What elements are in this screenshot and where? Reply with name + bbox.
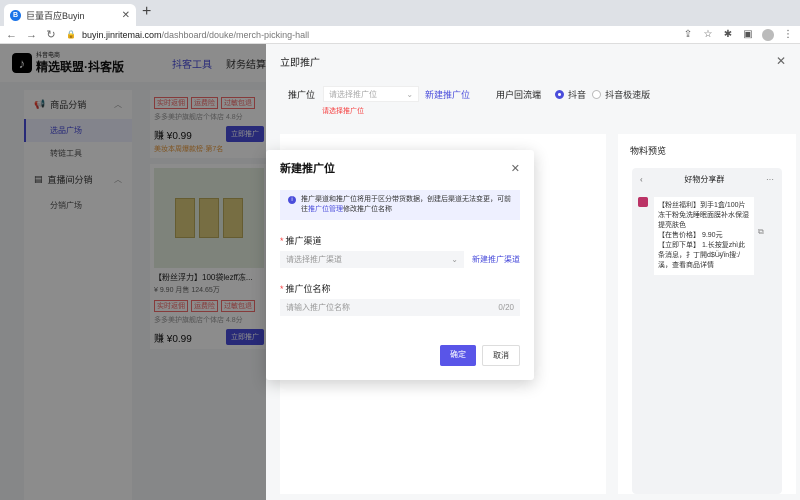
radio-unchecked-icon: [592, 89, 602, 99]
cancel-button[interactable]: 取消: [482, 345, 520, 366]
slot-label: 推广位: [288, 89, 316, 100]
name-placeholder: 请输入推广位名称: [286, 303, 350, 312]
chevron-down-icon: ⌄: [406, 89, 414, 99]
bookmark-star-icon[interactable]: ☆: [702, 29, 714, 40]
name-label: 推广位名称: [285, 284, 331, 294]
url-field[interactable]: 🔒 buyin.jinritemai.com /dashboard/douke/…: [66, 27, 674, 43]
extensions-icon[interactable]: ✱: [722, 29, 734, 40]
share-icon[interactable]: ⇪: [682, 29, 694, 40]
buyin-favicon-icon: B: [10, 9, 21, 21]
close-icon[interactable]: ✕: [511, 162, 520, 175]
modal-title: 新建推广位: [280, 163, 335, 175]
required-icon: *: [280, 236, 284, 246]
new-channel-link[interactable]: 新建推广渠道: [472, 254, 520, 265]
char-count: 0/20: [498, 303, 514, 312]
traffic-label: 用户回流端: [496, 89, 542, 100]
slot-name-input[interactable]: 请输入推广位名称 0/20: [280, 299, 520, 316]
info-icon: i: [288, 196, 296, 204]
slot-management-link[interactable]: 推广位管理: [308, 206, 343, 213]
menu-icon[interactable]: ⋮: [782, 29, 794, 40]
reload-icon[interactable]: ↻: [46, 28, 56, 41]
copy-icon[interactable]: ⧉: [758, 227, 764, 275]
channel-placeholder: 请选择推广渠道: [286, 255, 342, 264]
back-icon[interactable]: ←: [6, 29, 17, 41]
alert-text: 修改推广位名称: [343, 206, 392, 213]
preview-title: 物料预览: [630, 146, 667, 156]
group-name: 好物分享群: [684, 175, 725, 184]
browser-tab-strip: B 巨量百应Buyin ✕ +: [0, 0, 800, 26]
new-tab-icon[interactable]: +: [142, 3, 151, 21]
channel-select[interactable]: 请选择推广渠道 ⌄: [280, 251, 464, 268]
confirm-button[interactable]: 确定: [440, 345, 476, 366]
material-preview: 物料预览 ‹ 好物分享群 ··· 【粉丝福利】到手1盒/100片冻干粉免洗睡眠面…: [618, 134, 796, 494]
channel-label: 推广渠道: [285, 236, 322, 246]
more-icon: ···: [765, 175, 774, 184]
address-bar-row: ← → ↻ 🔒 buyin.jinritemai.com /dashboard/…: [0, 26, 800, 44]
tab-title: 巨量百应Buyin: [26, 10, 85, 21]
lock-icon: 🔒: [66, 30, 76, 39]
required-icon: *: [280, 284, 284, 294]
slot-select[interactable]: 请选择推广位 ⌄: [323, 86, 420, 102]
radio-label: 抖音: [568, 89, 587, 100]
sidepanel-icon[interactable]: ▣: [742, 29, 754, 40]
new-slot-link[interactable]: 新建推广位: [425, 88, 470, 101]
radio-douyin-speed[interactable]: 抖音极速版: [592, 88, 650, 101]
radio-checked-icon: [555, 89, 565, 99]
forward-icon[interactable]: →: [26, 29, 37, 41]
close-icon[interactable]: ✕: [776, 54, 786, 68]
info-alert: i 推广渠道和推广位将用于区分带货数据，创建后渠道无法变更，可前往推广位管理修改…: [280, 190, 520, 220]
drawer-title: 立即推广: [280, 57, 320, 69]
new-slot-modal: 新建推广位 ✕ i 推广渠道和推广位将用于区分带货数据，创建后渠道无法变更，可前…: [266, 150, 534, 380]
profile-avatar[interactable]: [762, 28, 774, 41]
slot-error: 请选择推广位: [322, 108, 364, 115]
url-host: buyin.jinritemai.com: [81, 29, 162, 40]
url-path: /dashboard/douke/merch-picking-hall: [161, 29, 310, 40]
message-bubble: 【粉丝福利】到手1盒/100片冻干粉免洗睡眠面膜补水保湿提亮肤色 【在售价格】 …: [654, 197, 754, 275]
avatar: [638, 197, 648, 207]
phone-mock: ‹ 好物分享群 ··· 【粉丝福利】到手1盒/100片冻干粉免洗睡眠面膜补水保湿…: [632, 168, 782, 494]
browser-tab[interactable]: B 巨量百应Buyin ✕: [4, 4, 136, 26]
chevron-down-icon: ⌄: [451, 255, 458, 264]
slot-placeholder: 请选择推广位: [329, 89, 378, 99]
close-tab-icon[interactable]: ✕: [122, 10, 130, 21]
radio-douyin[interactable]: 抖音: [555, 88, 586, 101]
radio-label: 抖音极速版: [605, 89, 651, 100]
back-icon: ‹: [640, 175, 643, 184]
